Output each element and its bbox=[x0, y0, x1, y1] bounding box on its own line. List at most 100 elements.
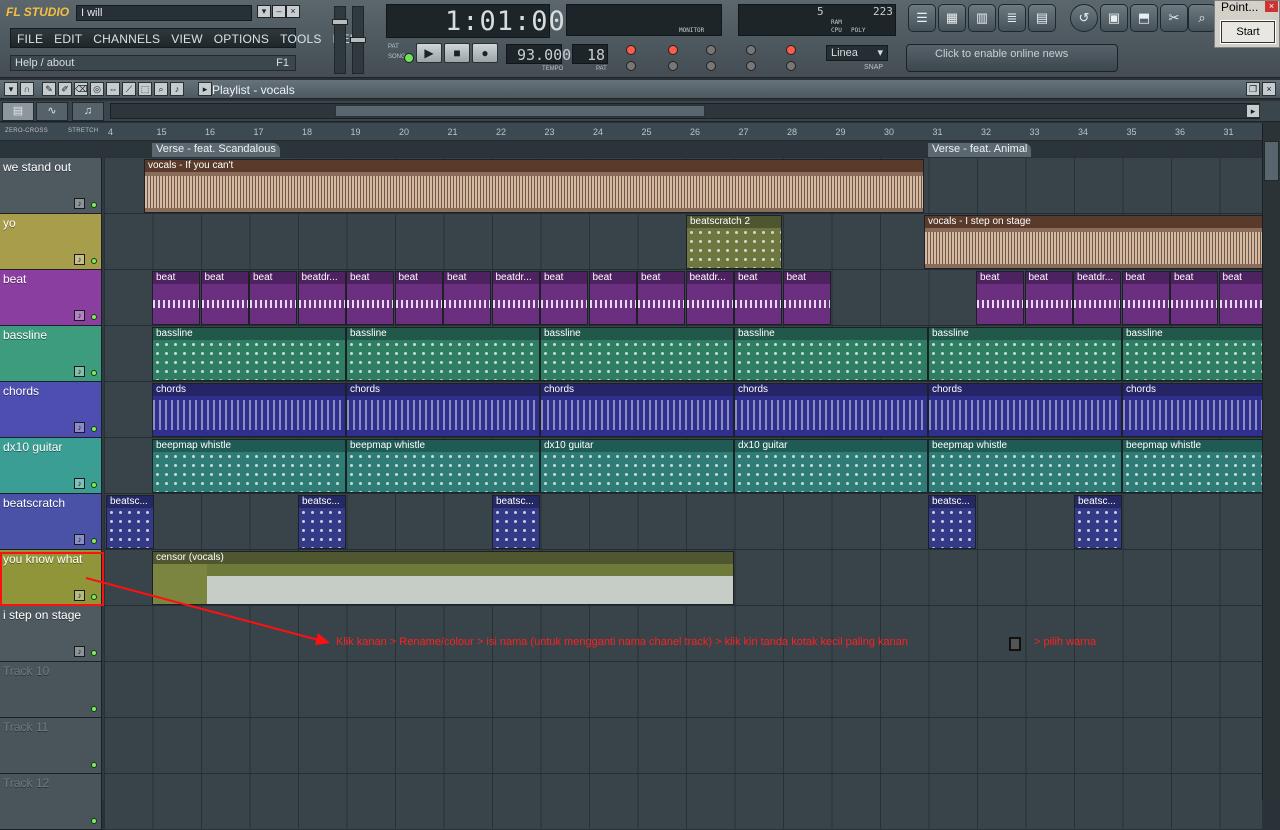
track-label[interactable]: Track 10 bbox=[0, 662, 102, 718]
tempo-display[interactable]: 93.000 bbox=[506, 44, 571, 64]
color-square-icon[interactable]: ♪ bbox=[74, 534, 85, 545]
pattern-clip[interactable]: beatsc... bbox=[1074, 495, 1122, 549]
section-marker[interactable]: Verse - feat. Scandalous bbox=[152, 143, 280, 157]
pattern-clip[interactable]: vocals - I step on stage bbox=[924, 215, 1264, 269]
pattern-clip[interactable]: beepmap whistle bbox=[928, 439, 1122, 493]
track-label[interactable]: chords ♪ bbox=[0, 382, 102, 438]
song-mode-led[interactable] bbox=[404, 53, 414, 63]
restore-icon[interactable]: ❐ bbox=[1246, 82, 1260, 96]
pattern-clip[interactable]: chords bbox=[734, 383, 928, 437]
track-lane[interactable]: chords chords chords chords chords chords bbox=[104, 382, 1280, 438]
wait-led[interactable] bbox=[668, 61, 678, 71]
pattern-clip[interactable]: beatdr... bbox=[491, 271, 540, 325]
menu-channels[interactable]: CHANNELS bbox=[87, 29, 165, 47]
pattern-clip[interactable]: beat bbox=[443, 271, 491, 325]
pattern-clip[interactable]: chords bbox=[540, 383, 734, 437]
track-enable-led[interactable] bbox=[91, 314, 97, 320]
playlist-window-icon[interactable]: ☰ bbox=[908, 4, 936, 32]
select-icon[interactable]: ⬚ bbox=[138, 82, 152, 96]
vertical-scrollbar-thumb[interactable] bbox=[1264, 141, 1279, 181]
pattern-clip[interactable]: chords bbox=[152, 383, 346, 437]
tools-icon[interactable]: ✂ bbox=[1160, 4, 1188, 32]
multilink-led[interactable] bbox=[746, 61, 756, 71]
track-label[interactable]: we stand out ♪ bbox=[0, 158, 102, 214]
pattern-clip[interactable]: beatsc... bbox=[928, 495, 976, 549]
pattern-clip[interactable]: chords bbox=[346, 383, 540, 437]
window-menu-icon[interactable]: ▾ bbox=[257, 5, 271, 18]
pattern-clip[interactable]: chords bbox=[928, 383, 1122, 437]
track-enable-led[interactable] bbox=[91, 370, 97, 376]
menu-file[interactable]: FILE bbox=[11, 29, 48, 47]
auto-scroll-led[interactable] bbox=[786, 61, 796, 71]
start-button[interactable]: Start bbox=[1220, 20, 1276, 44]
pattern-clip[interactable]: beat bbox=[588, 271, 637, 325]
minimize-icon[interactable]: – bbox=[272, 5, 286, 18]
playlist-menu-icon[interactable]: ▾ bbox=[4, 82, 18, 96]
pattern-clip[interactable]: bassline bbox=[734, 327, 928, 381]
zoom-icon[interactable]: ⌕ bbox=[154, 82, 168, 96]
menu-tools[interactable]: TOOLS bbox=[274, 29, 326, 47]
loop-record-led[interactable] bbox=[706, 45, 716, 55]
pattern-clip[interactable]: bassline bbox=[346, 327, 540, 381]
track-lane[interactable]: vocals - If you can't bbox=[104, 158, 1262, 214]
pattern-clip[interactable]: beatscratch 2 bbox=[686, 215, 782, 269]
pattern-clip[interactable]: bassline bbox=[152, 327, 346, 381]
render-icon[interactable]: ⬒ bbox=[1130, 4, 1158, 32]
master-pitch-slider[interactable] bbox=[350, 6, 366, 74]
pattern-clip[interactable]: beat bbox=[346, 271, 394, 325]
tab-audio[interactable]: ♫ bbox=[72, 102, 104, 121]
slip-icon[interactable]: ⇔ bbox=[106, 82, 120, 96]
color-square-icon[interactable]: ♪ bbox=[74, 366, 85, 377]
pattern-clip[interactable]: beatsc... bbox=[298, 495, 346, 549]
pattern-clip[interactable]: beepmap whistle bbox=[346, 439, 540, 493]
piano-roll-icon[interactable]: ▥ bbox=[968, 4, 996, 32]
close-icon[interactable]: × bbox=[286, 5, 300, 18]
online-news-panel[interactable]: Click to enable online news bbox=[906, 44, 1118, 72]
overdub-led[interactable] bbox=[786, 45, 796, 55]
track-label[interactable]: beatscratch ♪ bbox=[0, 494, 102, 550]
section-marker[interactable]: Verse - feat. Animal bbox=[928, 143, 1032, 157]
vertical-scrollbar[interactable] bbox=[1262, 123, 1280, 800]
master-volume-slider[interactable] bbox=[332, 6, 348, 74]
track-lane[interactable]: beepmap whistle beepmap whistle dx10 guita… bbox=[104, 438, 1280, 494]
track-enable-led[interactable] bbox=[91, 650, 97, 656]
track-label[interactable]: beat ♪ bbox=[0, 270, 102, 326]
track-lane[interactable]: beatsc... beatsc... beatsc... beatsc... beat… bbox=[104, 494, 1262, 550]
playback-icon[interactable]: ♪ bbox=[170, 82, 184, 96]
color-square-icon[interactable]: ♪ bbox=[74, 478, 85, 489]
track-label[interactable]: dx10 guitar ♪ bbox=[0, 438, 102, 494]
color-square-icon[interactable]: ♪ bbox=[74, 310, 85, 321]
horizontal-scrollbar[interactable] bbox=[110, 103, 1260, 119]
track-lane[interactable] bbox=[104, 718, 1262, 774]
track-enable-led[interactable] bbox=[91, 202, 97, 208]
pattern-clip[interactable]: beat bbox=[976, 271, 1024, 325]
pattern-clip[interactable]: beat bbox=[200, 271, 249, 325]
track-enable-led[interactable] bbox=[91, 818, 97, 824]
song-title-field[interactable]: I will bbox=[76, 5, 252, 21]
pattern-clip[interactable]: beat bbox=[637, 271, 685, 325]
arrow-right-icon[interactable]: ▸ bbox=[198, 82, 212, 96]
track-lane[interactable] bbox=[104, 662, 1262, 718]
play-button[interactable]: ▶ bbox=[416, 43, 442, 63]
track-enable-led[interactable] bbox=[91, 426, 97, 432]
pattern-clip[interactable]: bassline bbox=[1122, 327, 1280, 381]
close-icon[interactable]: × bbox=[1265, 1, 1278, 12]
color-square-icon[interactable]: ♪ bbox=[74, 198, 85, 209]
pattern-clip[interactable]: beatdr... bbox=[685, 271, 734, 325]
delete-icon[interactable]: ⌫ bbox=[74, 82, 88, 96]
pattern-clip[interactable]: beatdr... bbox=[297, 271, 346, 325]
pattern-clip[interactable]: beepmap whistle bbox=[152, 439, 346, 493]
scrollbar-thumb[interactable] bbox=[335, 105, 705, 117]
pattern-clip[interactable]: beepmap whistle bbox=[1122, 439, 1280, 493]
track-label[interactable]: Track 12 bbox=[0, 774, 102, 830]
arrow-right-icon[interactable]: ▸ bbox=[1246, 104, 1260, 118]
zero-cross-option[interactable]: ZERO-CROSS bbox=[5, 128, 48, 134]
track-label[interactable]: yo ♪ bbox=[0, 214, 102, 270]
blend-led[interactable] bbox=[706, 61, 716, 71]
close-icon[interactable]: × bbox=[1262, 82, 1276, 96]
pattern-clip[interactable]: beat bbox=[249, 271, 297, 325]
pattern-clip[interactable]: beat bbox=[540, 271, 588, 325]
pattern-clip[interactable]: vocals - If you can't bbox=[144, 159, 924, 213]
step-sequencer-icon[interactable]: ▦ bbox=[938, 4, 966, 32]
tab-patterns[interactable]: ▤ bbox=[2, 102, 34, 121]
